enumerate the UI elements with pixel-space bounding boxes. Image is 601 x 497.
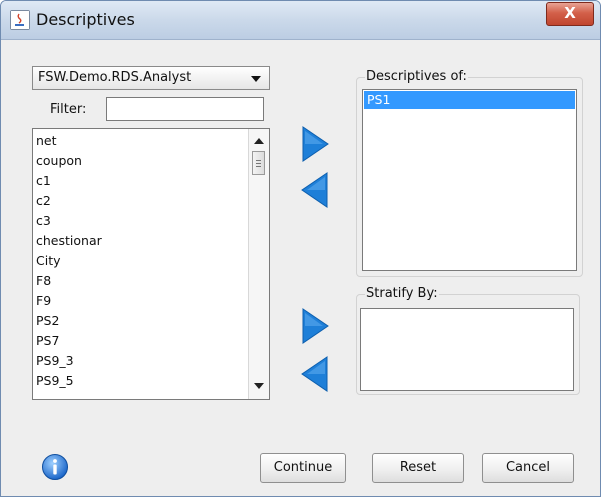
- stratify-by-list[interactable]: [360, 308, 574, 391]
- variable-list-item[interactable]: c3: [33, 211, 247, 231]
- variable-list[interactable]: net coupon c1 c2 c3 chestionar City F8 F9 PS2 PS7 P…: [32, 128, 270, 400]
- scroll-up-arrow-icon[interactable]: [254, 138, 264, 144]
- remove-from-descriptives-button[interactable]: [299, 171, 331, 209]
- arrow-left-icon: [301, 172, 328, 208]
- arrow-left-icon: [301, 356, 328, 392]
- variable-list-item[interactable]: F8: [33, 271, 247, 291]
- variable-list-item[interactable]: coupon: [33, 151, 247, 171]
- scroll-down-arrow-icon[interactable]: [254, 383, 264, 389]
- stratify-by-panel: Stratify By:: [356, 286, 580, 395]
- variable-list-item[interactable]: City: [33, 251, 247, 271]
- info-icon[interactable]: [41, 453, 69, 481]
- stratify-by-title: Stratify By:: [365, 286, 439, 301]
- variable-list-item[interactable]: PS9_3: [33, 351, 247, 371]
- window-title: Descriptives: [36, 10, 135, 29]
- filter-input[interactable]: [106, 97, 264, 121]
- variable-list-scrollbar[interactable]: [248, 129, 269, 399]
- title-bar[interactable]: Descriptives X: [1, 1, 600, 40]
- java-app-icon: [10, 10, 30, 30]
- descriptives-of-item[interactable]: PS1: [364, 91, 575, 109]
- arrow-right-icon: [302, 126, 329, 162]
- add-to-descriptives-button[interactable]: [299, 125, 331, 163]
- chevron-down-icon: [251, 76, 261, 82]
- reset-button[interactable]: Reset: [372, 453, 464, 483]
- variable-list-item[interactable]: F9: [33, 291, 247, 311]
- add-to-stratify-button[interactable]: [299, 307, 331, 345]
- variable-list-item[interactable]: PS7: [33, 331, 247, 351]
- filter-label: Filter:: [50, 102, 87, 117]
- remove-from-stratify-button[interactable]: [299, 355, 331, 393]
- variable-list-item[interactable]: net: [33, 131, 247, 151]
- arrow-right-icon: [302, 308, 329, 344]
- dataset-dropdown-value: FSW.Demo.RDS.Analyst: [38, 70, 192, 85]
- descriptives-of-panel: Descriptives of: PS1: [356, 69, 583, 277]
- dataset-dropdown[interactable]: FSW.Demo.RDS.Analyst: [32, 66, 270, 90]
- variable-list-items: net coupon c1 c2 c3 chestionar City F8 F9 PS2 PS7 P…: [33, 131, 247, 391]
- close-icon: X: [564, 4, 576, 22]
- variable-list-item[interactable]: PS9_5: [33, 371, 247, 391]
- continue-button[interactable]: Continue: [260, 453, 346, 483]
- variable-list-item[interactable]: PS2: [33, 311, 247, 331]
- scrollbar-thumb[interactable]: [252, 151, 265, 175]
- descriptives-of-title: Descriptives of:: [365, 69, 468, 84]
- descriptives-of-list[interactable]: PS1: [362, 89, 577, 271]
- cancel-button[interactable]: Cancel: [482, 453, 574, 483]
- dialog-window: Descriptives X FSW.Demo.RDS.Analyst Filt…: [0, 0, 601, 497]
- close-button[interactable]: X: [546, 2, 594, 26]
- variable-list-item[interactable]: c1: [33, 171, 247, 191]
- variable-list-item[interactable]: c2: [33, 191, 247, 211]
- variable-list-item[interactable]: chestionar: [33, 231, 247, 251]
